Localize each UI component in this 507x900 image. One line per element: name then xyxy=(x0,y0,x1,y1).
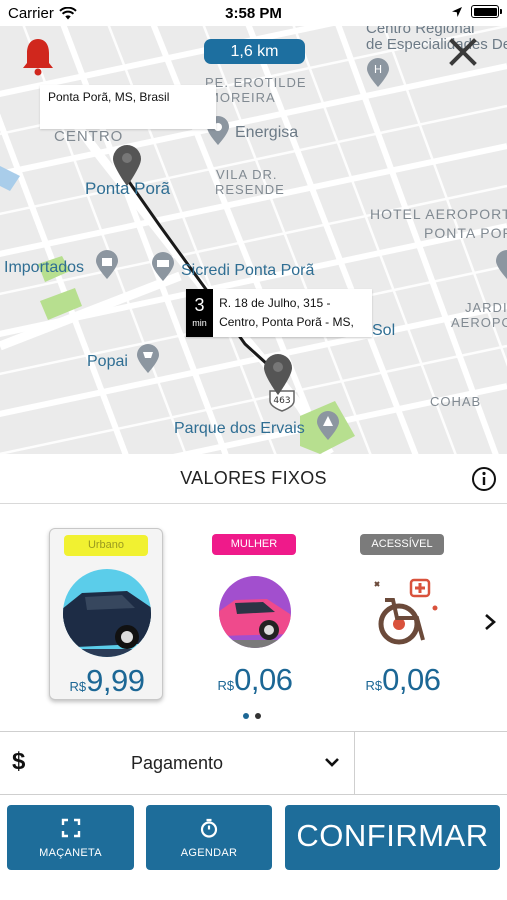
map-label-vila-dr: VILA DR. xyxy=(216,167,278,182)
handle-label: MAÇANETA xyxy=(39,847,102,859)
page-dot-active[interactable] xyxy=(243,713,249,719)
ride-option-urbano[interactable]: Urbano R$9,99 xyxy=(49,528,163,700)
bank-marker-icon xyxy=(152,252,174,281)
map-label-importados: Importados xyxy=(4,259,85,276)
fixed-values-header: VALORES FIXOS xyxy=(0,454,507,504)
chevron-right-icon[interactable] xyxy=(482,612,498,632)
origin-address: Ponta Porã, MS, Brasil xyxy=(48,90,170,104)
ride-price-mulher: R$0,06 xyxy=(198,662,312,698)
page-indicator xyxy=(243,713,261,719)
map-label-popai: Popai xyxy=(87,353,128,370)
handle-button[interactable]: MAÇANETA xyxy=(7,805,134,870)
eta-minutes: 3 xyxy=(194,295,205,315)
fixed-values-title: VALORES FIXOS xyxy=(180,468,327,488)
destination-callout[interactable]: 3 min R. 18 de Julho, 315 - Centro, Pont… xyxy=(186,289,372,337)
map-label-moreira: MOREIRA xyxy=(208,90,276,105)
route-shield-number: 463 xyxy=(273,396,290,406)
map-label-jardim: JARDI xyxy=(465,300,507,315)
map-label-resende: RESENDE xyxy=(215,182,285,197)
chevron-down-icon[interactable] xyxy=(324,756,340,768)
map-label-cohab: COHAB xyxy=(430,394,482,409)
clock: 3:58 PM xyxy=(225,5,282,22)
payment-row[interactable]: $ Pagamento xyxy=(0,731,507,795)
ride-price-acessivel: R$0,06 xyxy=(346,662,460,698)
map-label-hotel-aeroporto: HOTEL AEROPORTO xyxy=(370,206,507,222)
info-icon[interactable] xyxy=(471,466,497,492)
ride-badge-urbano: Urbano xyxy=(64,535,148,556)
ride-price-urbano: R$9,99 xyxy=(50,663,164,699)
destination-address: R. 18 de Julho, 315 - Centro, Ponta Porã… xyxy=(219,296,354,329)
map-label-especialidades: de Especialidades De xyxy=(366,36,507,53)
wheelchair-icon xyxy=(374,578,438,645)
currency-label: R$ xyxy=(69,679,87,694)
battery-icon xyxy=(471,5,502,18)
origin-pin-icon[interactable] xyxy=(111,143,143,187)
map-label-sol: Sol xyxy=(372,322,396,339)
map-label-sicredi: Sicredi Ponta Porã xyxy=(181,262,315,279)
schedule-button[interactable]: AGENDAR xyxy=(146,805,272,870)
page-dot[interactable] xyxy=(255,713,261,719)
location-arrow-icon xyxy=(452,6,462,17)
map-view[interactable]: Centro Regional de Especialidades De PE.… xyxy=(0,26,507,454)
map-label-parque: Parque dos Ervais xyxy=(174,420,305,437)
close-icon[interactable] xyxy=(449,38,477,66)
eta-unit: min xyxy=(192,318,207,328)
status-bar: Carrier 3:58 PM xyxy=(0,0,507,26)
park-marker-icon xyxy=(317,411,339,440)
ride-badge-mulher: MULHER xyxy=(212,534,296,555)
distance-badge: 1,6 km xyxy=(204,39,305,64)
ride-option-mulher[interactable]: MULHER R$0,06 xyxy=(198,528,312,700)
stopwatch-icon xyxy=(200,818,218,838)
car-dark-icon xyxy=(63,569,151,657)
ride-option-acessivel[interactable]: ACESSÍVEL R$0,06 xyxy=(346,528,460,700)
destination-pin-icon[interactable] xyxy=(262,352,294,396)
confirm-button[interactable]: CONFIRMAR xyxy=(285,805,500,870)
origin-callout[interactable]: Ponta Porã, MS, Brasil xyxy=(40,85,216,129)
map-label-pe-erotilde: PE. EROTILDE xyxy=(205,75,307,90)
payment-divider xyxy=(354,732,355,794)
alert-bell-icon[interactable] xyxy=(20,36,56,76)
map-label-ponta-pora-caps: PONTA PORÃ xyxy=(424,225,507,241)
schedule-label: AGENDAR xyxy=(180,847,238,859)
car-pink-icon xyxy=(219,576,291,648)
hospital-marker-icon: H xyxy=(367,58,389,87)
price-value: 0,06 xyxy=(382,662,441,697)
map-label-aeroporto: AEROPO xyxy=(451,315,507,330)
payment-select[interactable]: Pagamento xyxy=(0,753,354,774)
price-value: 0,06 xyxy=(234,662,293,697)
confirm-label: CONFIRMAR xyxy=(296,818,489,853)
svg-text:H: H xyxy=(374,63,382,76)
price-value: 9,99 xyxy=(86,663,145,698)
currency-label: R$ xyxy=(365,678,383,693)
currency-label: R$ xyxy=(217,678,235,693)
ride-badge-acessivel: ACESSÍVEL xyxy=(360,534,444,555)
shopping-marker-icon xyxy=(96,250,118,279)
edge-marker-icon xyxy=(496,250,507,279)
map-label-energisa: Energisa xyxy=(235,124,299,141)
eta-box: 3 min xyxy=(186,289,214,337)
expand-icon xyxy=(61,818,80,838)
cart-marker-icon xyxy=(137,344,159,373)
